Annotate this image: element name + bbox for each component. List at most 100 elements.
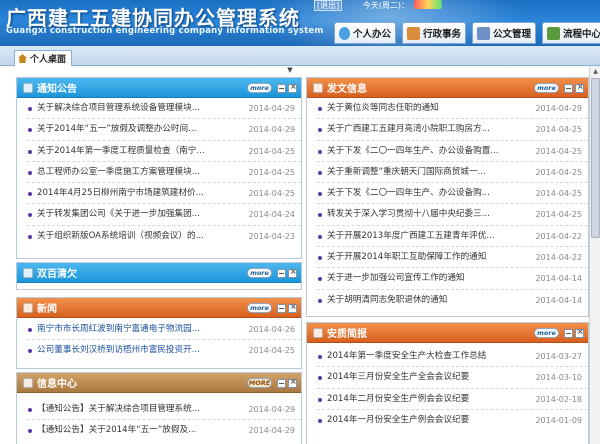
item-title[interactable]: 关于组织新版OA系统培训（视频会议）的... bbox=[37, 226, 237, 247]
more-button[interactable]: more bbox=[247, 303, 272, 313]
list-item[interactable]: 2014年一月份安全生产例会会议纪要 2014-01-09 bbox=[317, 410, 588, 431]
bullet-icon bbox=[28, 408, 32, 412]
item-title[interactable]: 2014年第一季度安全生产大检查工作总结 bbox=[327, 346, 523, 367]
list-item[interactable]: 关于开展2013年度广西建工五建青年评优... 2014-04-22 bbox=[317, 226, 588, 248]
scrollbar-thumb[interactable] bbox=[591, 78, 600, 238]
list-item[interactable]: 关于广西建工五建月亮湾小院职工购房方... 2014-04-25 bbox=[317, 119, 588, 141]
list-item[interactable]: 关于组织新版OA系统培训（视频会议）的... 2014-04-23 bbox=[27, 226, 301, 247]
item-title[interactable]: 关于下发《二〇一四年生产、办公设备购... bbox=[327, 183, 523, 204]
item-title[interactable]: 2014年一月份安全生产例会会议纪要 bbox=[327, 410, 523, 431]
minimize-icon[interactable] bbox=[277, 303, 286, 313]
list-item[interactable]: 关于2014年第一季度工程质量检查（南宁... 2014-04-25 bbox=[27, 141, 301, 162]
collapse-arrow-icon[interactable]: ▼ bbox=[286, 66, 294, 74]
scroll-up-icon[interactable]: ▲ bbox=[591, 67, 600, 76]
panel-safety-briefing: 安质简报 more 2014年第一季度安全生产大检查工作总结 2014-03-27… bbox=[306, 322, 589, 444]
more-button[interactable]: more bbox=[247, 268, 272, 278]
item-title[interactable]: 南宁市市长周红波到南宁富通电子物流园... bbox=[37, 319, 237, 340]
list-item[interactable]: 关于转发集团公司《关于进一步加强集团... 2014-04-24 bbox=[27, 204, 301, 226]
panel-controls: MORE bbox=[247, 377, 297, 388]
panel-title: 新闻 bbox=[37, 304, 57, 315]
tab-personal-desktop[interactable]: 个人桌面 bbox=[14, 50, 72, 66]
nav-personal-office[interactable]: 个人办公 bbox=[334, 22, 396, 44]
list-item[interactable]: 2014年二月份安全生产例会会议纪要 2014-02-18 bbox=[317, 389, 588, 410]
minimize-icon[interactable] bbox=[277, 378, 286, 388]
list-item[interactable]: 南宁市市长周红波到南宁富通电子物流园... 2014-04-26 bbox=[27, 319, 301, 341]
item-title[interactable]: 公司董事长刘汉桥到访梧州市富民投资开... bbox=[37, 340, 237, 361]
close-icon[interactable] bbox=[288, 267, 297, 278]
item-title[interactable]: 关于黄位炎等同志任职的通知 bbox=[327, 98, 523, 119]
close-icon[interactable] bbox=[288, 82, 297, 93]
nav-document-management[interactable]: 公文管理 bbox=[472, 22, 536, 44]
item-date: 2014-04-22 bbox=[535, 231, 583, 241]
item-title[interactable]: 【通知公告】关于解决综合项目管理系统... bbox=[37, 399, 237, 420]
close-icon[interactable] bbox=[575, 82, 584, 93]
item-title[interactable]: 关于胡明清同志免职退休的通知 bbox=[327, 290, 523, 311]
item-title[interactable]: 2014年4月25日柳州南宁市场建筑建材价... bbox=[37, 183, 237, 204]
item-title[interactable]: 关于进一步加强公司宣传工作的通知 bbox=[327, 268, 523, 289]
list-item[interactable]: 关于下发《二〇一四年生产、办公设备购置... 2014-04-25 bbox=[317, 141, 588, 162]
item-title[interactable]: 关于转发集团公司《关于进一步加强集团... bbox=[37, 204, 237, 225]
close-icon[interactable] bbox=[575, 327, 584, 338]
list-item[interactable]: 关于胡明清同志免职退休的通知 2014-04-14 bbox=[317, 290, 588, 311]
more-button[interactable]: more bbox=[247, 83, 272, 93]
list-item[interactable]: 关于重新调整“重庆朝天门国际商贸城一... 2014-04-25 bbox=[317, 162, 588, 184]
person-icon bbox=[339, 26, 350, 40]
list-item[interactable]: 关于解决综合项目管理系统设备管理模块... 2014-04-29 bbox=[27, 98, 301, 120]
panel-header: 信息中心 MORE bbox=[17, 373, 301, 393]
bullet-icon bbox=[28, 192, 32, 197]
list-item[interactable]: 2014年4月25日柳州南宁市场建筑建材价... 2014-04-25 bbox=[27, 183, 301, 205]
item-title[interactable]: 总工程师办公室一季度施工方案管理模块... bbox=[37, 162, 237, 183]
exit-link[interactable]: [退出] bbox=[314, 0, 343, 11]
item-title[interactable]: 关于广西建工五建月亮湾小院职工购房方... bbox=[327, 119, 523, 140]
minimize-icon[interactable] bbox=[564, 83, 573, 93]
close-icon[interactable] bbox=[288, 302, 297, 313]
minimize-icon[interactable] bbox=[564, 328, 573, 338]
bullet-icon bbox=[28, 349, 32, 354]
list-item[interactable]: 2014年三月份安全生产全会会议纪要 2014-03-10 bbox=[317, 367, 588, 389]
header-utility-bar: [退出] 今天(周二)： bbox=[314, 0, 442, 12]
item-title[interactable]: 转发关于深入学习贯彻十八届中央纪委三... bbox=[327, 204, 523, 225]
bullet-icon bbox=[28, 107, 32, 111]
panel-title: 信息中心 bbox=[37, 379, 77, 390]
item-date: 2014-03-27 bbox=[535, 352, 583, 361]
item-title[interactable]: 关于解决综合项目管理系统设备管理模块... bbox=[37, 98, 237, 119]
list-item[interactable]: 2014年第一季度安全生产大检查工作总结 2014-03-27 bbox=[317, 346, 588, 368]
panel-header: 安质简报 more bbox=[307, 323, 588, 343]
list-item[interactable]: 总工程师办公室一季度施工方案管理模块... 2014-04-25 bbox=[27, 162, 301, 184]
panel-title: 双百清欠 bbox=[37, 269, 77, 280]
list-item[interactable]: 关于开展2014年职工互助保障工作的通知 2014-04-22 bbox=[317, 247, 588, 269]
more-button[interactable]: MORE bbox=[247, 378, 272, 388]
list-item[interactable]: 【通知公告】关于解决综合项目管理系统... 2014-04-29 bbox=[27, 399, 301, 421]
list-item[interactable]: 关于下发《二〇一四年生产、办公设备购... 2014-04-25 bbox=[317, 183, 588, 205]
list-item[interactable]: 关于2014年“五一”放假及调整办公时间... 2014-04-29 bbox=[27, 119, 301, 141]
item-title[interactable]: 【通知公告】关于2014年“五一”放假及... bbox=[37, 420, 237, 441]
item-title[interactable]: 关于重新调整“重庆朝天门国际商贸城一... bbox=[327, 162, 523, 183]
bullet-icon bbox=[318, 397, 322, 402]
list-item[interactable]: 关于进一步加强公司宣传工作的通知 2014-04-14 bbox=[317, 268, 588, 290]
more-button[interactable]: more bbox=[534, 328, 559, 338]
nav-admin-affairs[interactable]: 行政事务 bbox=[402, 22, 466, 44]
item-title[interactable]: 关于下发《二〇一四年生产、办公设备购置... bbox=[327, 141, 523, 162]
bullet-icon bbox=[318, 418, 322, 423]
item-title[interactable]: 关于开展2013年度广西建工五建青年评优... bbox=[327, 226, 523, 247]
minimize-icon[interactable] bbox=[277, 83, 286, 93]
item-title[interactable]: 关于2014年第一季度工程质量检查（南宁... bbox=[37, 141, 237, 162]
item-title[interactable]: 2014年二月份安全生产例会会议纪要 bbox=[327, 389, 523, 410]
item-date: 2014-04-29 bbox=[248, 125, 296, 135]
panel-icon bbox=[313, 327, 323, 338]
list-item[interactable]: 公司董事长刘汉桥到访梧州市富民投资开... 2014-04-25 bbox=[27, 340, 301, 361]
more-button[interactable]: more bbox=[534, 83, 559, 93]
bullet-icon bbox=[318, 355, 322, 359]
item-title[interactable]: 2014年三月份安全生产全会会议纪要 bbox=[327, 367, 523, 388]
item-title[interactable]: 关于开展2014年职工互助保障工作的通知 bbox=[327, 247, 523, 268]
list-item[interactable]: 【通知公告】关于2014年“五一”放假及... 2014-04-29 bbox=[27, 420, 301, 441]
list-item[interactable]: 转发关于深入学习贯彻十八届中央纪委三... 2014-04-25 bbox=[317, 204, 588, 226]
close-icon[interactable] bbox=[288, 377, 297, 388]
nav-workflow-center[interactable]: 流程中心 bbox=[542, 22, 600, 44]
minimize-icon[interactable] bbox=[277, 268, 286, 278]
bullet-icon bbox=[318, 234, 322, 239]
item-title[interactable]: 关于2014年“五一”放假及调整办公时间... bbox=[37, 119, 237, 140]
bullet-icon bbox=[318, 128, 322, 133]
list-item[interactable]: 关于黄位炎等同志任职的通知 2014-04-29 bbox=[317, 98, 588, 120]
vertical-scrollbar[interactable]: ▲ bbox=[589, 66, 600, 444]
